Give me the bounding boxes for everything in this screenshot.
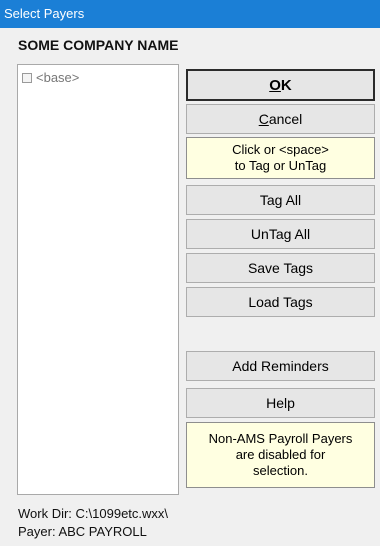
list-item[interactable]: <base> xyxy=(22,70,79,85)
load-tags-button[interactable]: Load Tags xyxy=(186,287,375,317)
add-reminders-button[interactable]: Add Reminders xyxy=(186,351,375,381)
disabled-payers-note: Non-AMS Payroll Payers are disabled for … xyxy=(186,422,375,488)
tag-all-button[interactable]: Tag All xyxy=(186,185,375,215)
tag-hint-note: Click or <space> to Tag or UnTag xyxy=(186,137,375,179)
disabled-note-line-3: selection. xyxy=(253,463,308,478)
load-tags-button-label: Load Tags xyxy=(248,294,313,310)
payer-status: Payer: ABC PAYROLL xyxy=(18,524,147,539)
title-bar[interactable]: Select Payers xyxy=(0,0,380,28)
tag-hint-line-1: Click or <space> xyxy=(232,142,329,157)
company-name: SOME COMPANY NAME xyxy=(18,37,179,53)
cancel-button[interactable]: Cancel xyxy=(186,104,375,134)
work-dir-status: Work Dir: C:\1099etc.wxx\ xyxy=(18,506,169,521)
select-payers-window: Select Payers SOME COMPANY NAME <base> O… xyxy=(0,0,380,546)
untag-all-button-label: UnTag All xyxy=(250,226,311,242)
checkbox-icon[interactable] xyxy=(22,72,32,83)
disabled-note-line-2: are disabled for xyxy=(235,447,326,462)
tag-all-button-label: Tag All xyxy=(259,192,302,208)
help-button-label: Help xyxy=(266,395,295,411)
help-button[interactable]: Help xyxy=(186,388,375,418)
payer-listbox[interactable]: <base> xyxy=(17,64,179,495)
list-item-label: <base> xyxy=(36,70,80,85)
ok-button-label: OK xyxy=(269,76,292,94)
ok-button[interactable]: OK xyxy=(186,69,375,101)
cancel-button-label: Cancel xyxy=(258,111,303,127)
untag-all-button[interactable]: UnTag All xyxy=(186,219,375,249)
save-tags-button-label: Save Tags xyxy=(247,260,314,276)
save-tags-button[interactable]: Save Tags xyxy=(186,253,375,283)
window-title: Select Payers xyxy=(4,6,85,21)
tag-hint-line-2: to Tag or UnTag xyxy=(234,158,327,173)
add-reminders-button-label: Add Reminders xyxy=(232,358,329,374)
disabled-note-line-1: Non-AMS Payroll Payers xyxy=(208,431,353,446)
